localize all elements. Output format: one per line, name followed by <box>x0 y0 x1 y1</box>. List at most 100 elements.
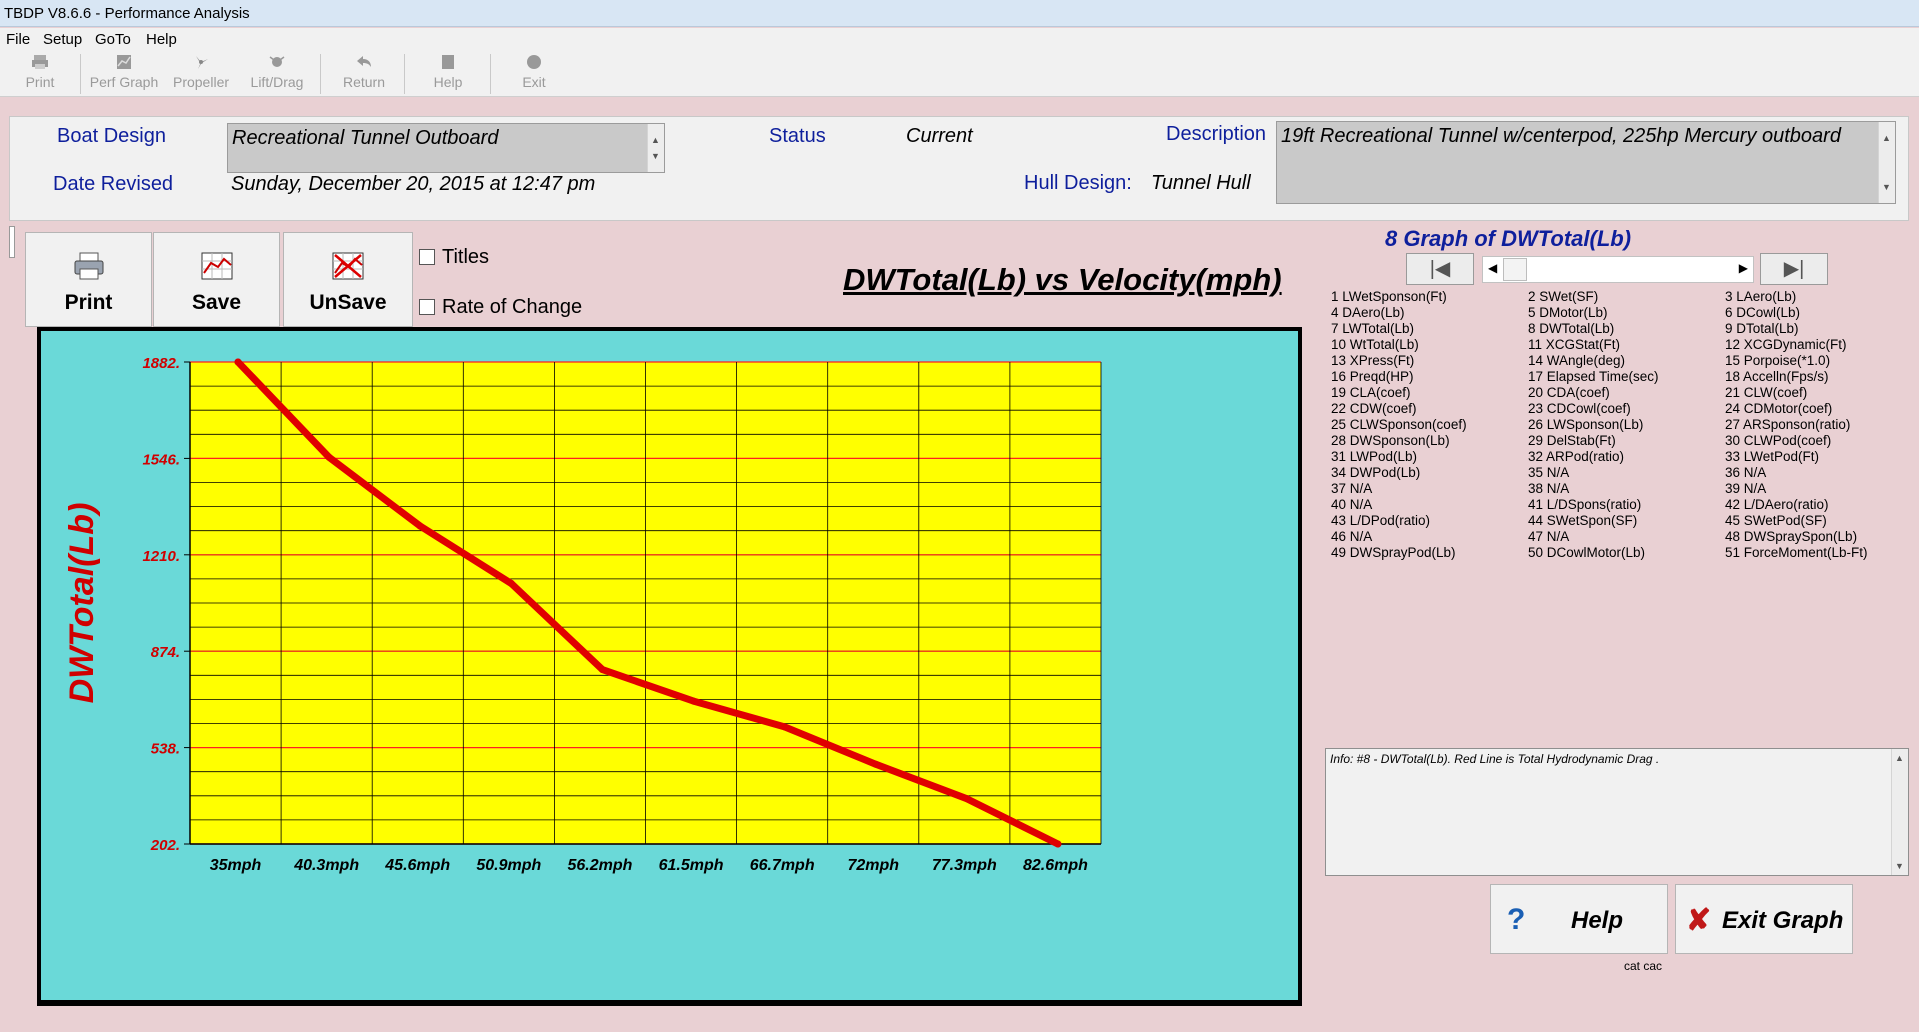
variable-item[interactable]: 16 Preqd(HP) <box>1331 369 1467 385</box>
x-tick-label: 50.9mph <box>476 857 541 874</box>
variable-item[interactable]: 35 N/A <box>1528 465 1659 481</box>
variable-item[interactable]: 19 CLA(coef) <box>1331 385 1467 401</box>
boat-design-value: Recreational Tunnel Outboard <box>232 127 499 149</box>
variable-item[interactable]: 47 N/A <box>1528 529 1659 545</box>
variable-item[interactable]: 36 N/A <box>1725 465 1868 481</box>
variable-item[interactable]: 14 WAngle(deg) <box>1528 353 1659 369</box>
graph-selector-scrollbar[interactable]: ◀ ▶ <box>1482 256 1754 283</box>
toolbar-perf-graph-label: Perf Graph <box>89 74 159 90</box>
menu-goto[interactable]: GoTo <box>95 31 131 48</box>
variable-item[interactable]: 30 CLWPod(coef) <box>1725 433 1868 449</box>
toolbar-return-button[interactable]: Return <box>338 52 390 95</box>
toolbar: Print Perf Graph Propeller Lift/Drag Ret… <box>0 50 1919 97</box>
scroll-thumb[interactable] <box>1503 258 1527 281</box>
graph-save-button[interactable]: Save <box>153 232 280 327</box>
variable-item[interactable]: 42 L/DAero(ratio) <box>1725 497 1868 513</box>
variable-item[interactable]: 37 N/A <box>1331 481 1467 497</box>
graph-print-label: Print <box>64 291 113 314</box>
variable-item[interactable]: 22 CDW(coef) <box>1331 401 1467 417</box>
y-tick-label: 874. <box>151 644 180 661</box>
variable-item[interactable]: 20 CDA(coef) <box>1528 385 1659 401</box>
graph-print-button[interactable]: Print <box>25 232 152 327</box>
variable-item[interactable]: 41 L/DSpons(ratio) <box>1528 497 1659 513</box>
variable-item[interactable]: 7 LWTotal(Lb) <box>1331 321 1467 337</box>
variable-item[interactable]: 10 WtTotal(Lb) <box>1331 337 1467 353</box>
boat-design-field[interactable]: Recreational Tunnel Outboard ▲ ▼ <box>227 123 665 173</box>
exit-graph-button[interactable]: ✘ Exit Graph <box>1675 884 1853 954</box>
variable-item[interactable]: 24 CDMotor(coef) <box>1725 401 1868 417</box>
help-button[interactable]: ? Help <box>1490 884 1668 954</box>
variable-item[interactable]: 32 ARPod(ratio) <box>1528 449 1659 465</box>
variable-item[interactable]: 15 Porpoise(*1.0) <box>1725 353 1868 369</box>
boat-design-scrollbar[interactable]: ▲ ▼ <box>647 124 664 172</box>
toolbar-lift-drag-button[interactable]: Lift/Drag <box>244 52 310 95</box>
variable-item[interactable]: 38 N/A <box>1528 481 1659 497</box>
toolbar-propeller-button[interactable]: Propeller <box>168 52 234 95</box>
variable-item[interactable]: 34 DWPod(Lb) <box>1331 465 1467 481</box>
variable-item[interactable]: 40 N/A <box>1331 497 1467 513</box>
titles-checkbox[interactable] <box>419 249 435 265</box>
graph-title: DWTotal(Lb) vs Velocity(mph) <box>843 262 1282 297</box>
info-scrollbar[interactable]: ▲ ▼ <box>1891 749 1908 875</box>
variable-item[interactable]: 11 XCGStat(Ft) <box>1528 337 1659 353</box>
chart-area: 1882. 1546. 1210. 874. 538. 202. 35mph 40.3mph 4… <box>41 331 1298 1000</box>
graph-unsave-button[interactable]: UnSave <box>283 232 413 327</box>
variable-item[interactable]: 39 N/A <box>1725 481 1868 497</box>
variable-item[interactable]: 28 DWSponson(Lb) <box>1331 433 1467 449</box>
data-point <box>963 795 971 803</box>
status-label: Status <box>769 125 826 147</box>
rate-of-change-checkbox[interactable] <box>419 299 435 315</box>
toolbar-print-label: Print <box>25 74 55 90</box>
variable-item[interactable]: 6 DCowl(Lb) <box>1725 305 1868 321</box>
toolbar-exit-button[interactable]: Exit <box>510 52 558 95</box>
variable-item[interactable]: 1 LWetSponson(Ft) <box>1331 289 1467 305</box>
variable-item[interactable]: 26 LWSponson(Lb) <box>1528 417 1659 433</box>
variable-item[interactable]: 45 SWetPod(SF) <box>1725 513 1868 529</box>
panel-splitter[interactable] <box>9 226 15 258</box>
variable-item[interactable]: 18 Accelln(Fps/s) <box>1725 369 1868 385</box>
date-revised-value: Sunday, December 20, 2015 at 12:47 pm <box>231 173 596 195</box>
toolbar-help-button[interactable]: Help <box>424 52 472 95</box>
last-graph-button[interactable]: ▶| <box>1760 253 1828 285</box>
red-x-icon: ✘ <box>1686 904 1712 937</box>
description-scrollbar[interactable]: ▲ ▼ <box>1878 122 1895 203</box>
variable-item[interactable]: 43 L/DPod(ratio) <box>1331 513 1467 529</box>
unsave-graph-icon <box>332 252 364 280</box>
question-mark-icon: ? <box>1507 903 1526 936</box>
variable-item[interactable]: 13 XPress(Ft) <box>1331 353 1467 369</box>
menu-help[interactable]: Help <box>146 31 177 48</box>
data-point <box>234 358 242 366</box>
variable-item[interactable]: 29 DelStab(Ft) <box>1528 433 1659 449</box>
variable-item[interactable]: 48 DWSpraySpon(Lb) <box>1725 529 1868 545</box>
variable-item[interactable]: 4 DAero(Lb) <box>1331 305 1467 321</box>
variable-item[interactable]: 50 DCowlMotor(Lb) <box>1528 545 1659 561</box>
data-point <box>416 522 424 530</box>
variable-item[interactable]: 3 LAero(Lb) <box>1725 289 1868 305</box>
variable-item[interactable]: 23 CDCowl(coef) <box>1528 401 1659 417</box>
lift-drag-icon <box>269 56 285 67</box>
variable-item[interactable]: 5 DMotor(Lb) <box>1528 305 1659 321</box>
variable-item[interactable]: 2 SWet(SF) <box>1528 289 1659 305</box>
variable-item[interactable]: 33 LWetPod(Ft) <box>1725 449 1868 465</box>
variable-item[interactable]: 25 CLWSponson(coef) <box>1331 417 1467 433</box>
variable-item[interactable]: 46 N/A <box>1331 529 1467 545</box>
toolbar-propeller-label: Propeller <box>172 74 230 90</box>
variable-item[interactable]: 31 LWPod(Lb) <box>1331 449 1467 465</box>
variable-item[interactable]: 51 ForceMoment(Lb-Ft) <box>1725 545 1868 561</box>
chart-frame: 1882. 1546. 1210. 874. 538. 202. 35mph 40.3mph 4… <box>37 327 1302 1006</box>
variable-item[interactable]: 49 DWSprayPod(Lb) <box>1331 545 1467 561</box>
variable-item[interactable]: 17 Elapsed Time(sec) <box>1528 369 1659 385</box>
variable-item[interactable]: 27 ARSponson(ratio) <box>1725 417 1868 433</box>
menu-file[interactable]: File <box>6 31 30 48</box>
toolbar-print-button[interactable]: Print <box>18 52 62 95</box>
toolbar-perf-graph-button[interactable]: Perf Graph <box>86 52 162 95</box>
description-field[interactable]: 19ft Recreational Tunnel w/centerpod, 22… <box>1276 121 1896 204</box>
graph-save-label: Save <box>191 291 242 314</box>
variable-item[interactable]: 8 DWTotal(Lb) <box>1528 321 1659 337</box>
variable-item[interactable]: 12 XCGDynamic(Ft) <box>1725 337 1868 353</box>
variable-item[interactable]: 21 CLW(coef) <box>1725 385 1868 401</box>
first-graph-button[interactable]: |◀ <box>1406 253 1474 285</box>
menu-setup[interactable]: Setup <box>43 31 82 48</box>
variable-item[interactable]: 9 DTotal(Lb) <box>1725 321 1868 337</box>
variable-item[interactable]: 44 SWetSpon(SF) <box>1528 513 1659 529</box>
